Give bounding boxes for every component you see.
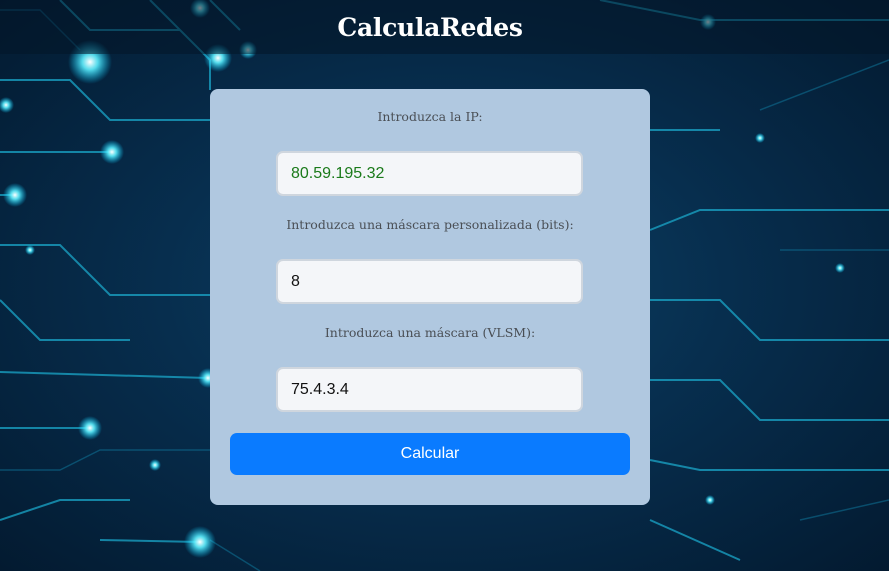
vlsm-mask-input[interactable] xyxy=(276,367,583,412)
mask-bits-label: Introduzca una máscara personalizada (bi… xyxy=(286,217,574,232)
vlsm-mask-label: Introduzca una máscara (VLSM): xyxy=(324,325,536,340)
network-calculator-form: Introduzca la IP: Introduzca una máscara… xyxy=(210,89,650,505)
ip-input[interactable] xyxy=(276,151,583,196)
calculate-button[interactable]: Calcular xyxy=(230,433,630,475)
ip-label: Introduzca la IP: xyxy=(377,109,483,124)
mask-bits-input[interactable] xyxy=(276,259,583,304)
app-title: CalculaRedes xyxy=(337,13,523,42)
